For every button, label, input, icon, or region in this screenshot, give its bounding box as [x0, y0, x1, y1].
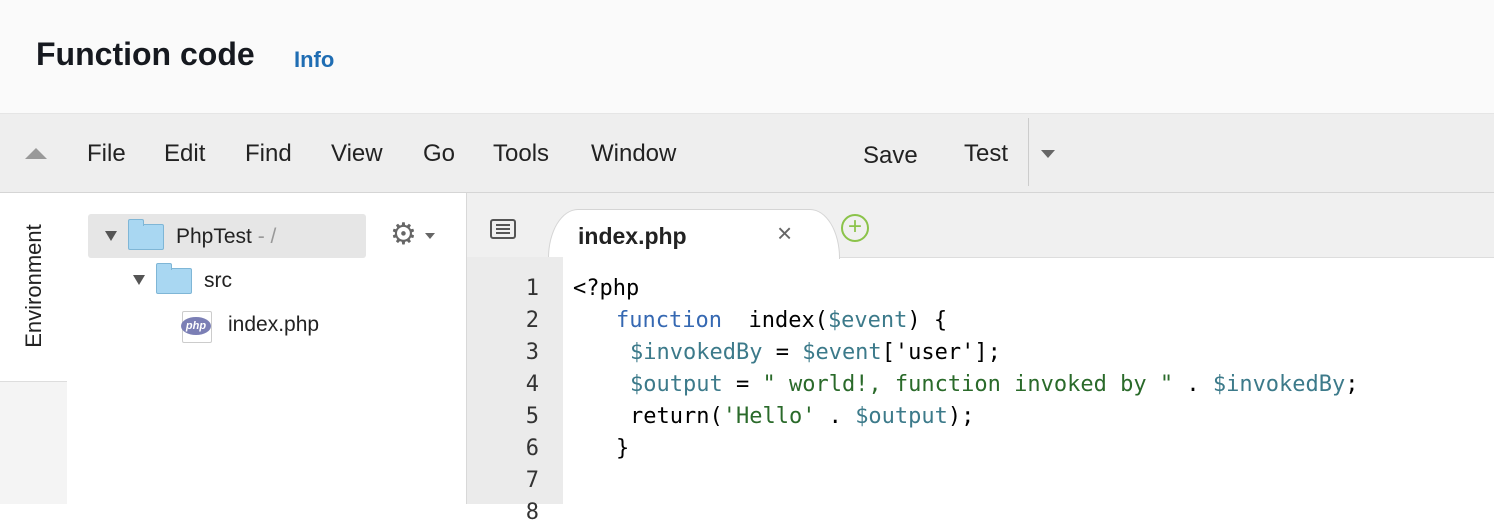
code-token: ); [947, 404, 975, 429]
code-token: index( [721, 308, 828, 333]
code-token: ) { [907, 308, 948, 333]
info-link[interactable]: Info [294, 47, 334, 73]
test-divider [1028, 118, 1029, 186]
menu-find[interactable]: Find [245, 140, 292, 168]
folder-icon [128, 219, 164, 250]
expand-src-icon[interactable] [133, 275, 145, 285]
gear-caret-icon[interactable] [425, 233, 435, 239]
save-button[interactable]: Save [863, 142, 918, 170]
menu-bar: File Edit Find View Go Tools Window Save… [0, 114, 1494, 193]
menu-view[interactable]: View [331, 140, 383, 168]
code-line[interactable]: $output = " world!, function invoked by … [630, 372, 1359, 397]
line-number: 2 [525, 308, 539, 333]
line-number: 6 [525, 436, 539, 461]
code-token: return( [630, 404, 723, 429]
code-token: <?php [573, 276, 640, 301]
document-list-icon[interactable] [490, 219, 516, 239]
code-variable: $output [855, 404, 948, 429]
php-file-icon: php [181, 311, 212, 343]
code-line[interactable]: <?php [573, 276, 639, 301]
tree-root-name[interactable]: PhpTest - / [176, 225, 276, 249]
tree-folder-src[interactable]: src [204, 269, 232, 293]
code-keyword: function [616, 308, 722, 333]
code-line[interactable]: } [616, 436, 629, 461]
menu-edit[interactable]: Edit [164, 140, 205, 168]
code-token: ; [1345, 372, 1359, 397]
code-token: = [722, 372, 763, 397]
folder-icon [156, 263, 192, 294]
code-variable: $invokedBy [630, 340, 763, 365]
code-line[interactable]: return('Hello' . $output); [630, 404, 974, 429]
code-line[interactable]: $invokedBy = $event['user']; [630, 340, 1001, 365]
line-number: 4 [525, 372, 539, 397]
menu-window[interactable]: Window [591, 140, 676, 168]
expand-root-icon[interactable] [105, 231, 117, 241]
code-token: . [1173, 372, 1213, 397]
test-dropdown-icon[interactable] [1041, 150, 1055, 158]
code-variable: $output [630, 372, 723, 397]
tree-file-index[interactable]: index.php [228, 313, 319, 337]
test-button[interactable]: Test [964, 140, 1008, 168]
code-variable: $invokedBy [1212, 372, 1346, 397]
code-token: . [815, 404, 856, 429]
line-number: 3 [525, 340, 539, 365]
code-string: 'Hello' [722, 404, 816, 429]
close-icon[interactable]: × [777, 218, 792, 249]
page-title: Function code [36, 36, 255, 72]
tree-root-path: - / [251, 225, 277, 248]
tab-label[interactable]: index.php [578, 223, 687, 250]
code-line[interactable]: function index($event) { [616, 308, 947, 333]
add-tab-icon[interactable]: + [841, 214, 869, 242]
code-string: " world!, function invoked by " [762, 372, 1174, 397]
code-variable: $event [827, 308, 908, 333]
code-token: ['user']; [881, 340, 1001, 365]
line-number: 7 [525, 468, 539, 493]
side-tab-environment-label[interactable]: Environment [21, 224, 47, 348]
code-variable: $event [802, 340, 882, 365]
panel-header: Function code Info [0, 0, 1494, 114]
line-number: 1 [525, 276, 539, 301]
collapse-up-icon[interactable] [25, 148, 47, 159]
menu-tools[interactable]: Tools [493, 140, 549, 168]
menu-go[interactable]: Go [423, 140, 455, 168]
code-token: } [616, 436, 630, 461]
menu-file[interactable]: File [87, 140, 126, 168]
line-number: 5 [525, 404, 539, 429]
code-token: = [762, 340, 803, 365]
gear-icon[interactable]: ⚙ [390, 220, 417, 250]
